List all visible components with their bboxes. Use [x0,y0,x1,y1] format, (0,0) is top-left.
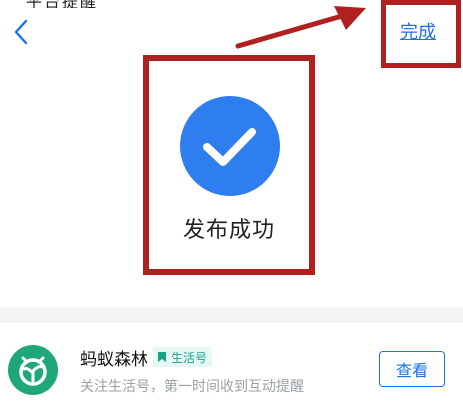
section-divider [0,307,463,323]
back-button[interactable] [8,16,36,48]
account-name[interactable]: 蚂蚁森林 [80,345,148,370]
annotation-arrow [235,6,366,49]
life-account-badge: 生活号 [153,347,213,367]
badge-label: 生活号 [171,350,208,365]
view-button[interactable]: 查看 [379,351,445,387]
done-button[interactable]: 完成 [400,18,436,44]
account-description: 关注生活号，第一时间收到互动提醒 [80,379,304,395]
success-message: 发布成功 [182,218,275,243]
chevron-left-icon [14,19,28,45]
bookmark-icon [158,352,166,362]
check-circle-icon [180,96,280,196]
status-bar-text: 平台提醒 [26,0,98,8]
ant-forest-sprout-icon[interactable] [8,345,58,395]
